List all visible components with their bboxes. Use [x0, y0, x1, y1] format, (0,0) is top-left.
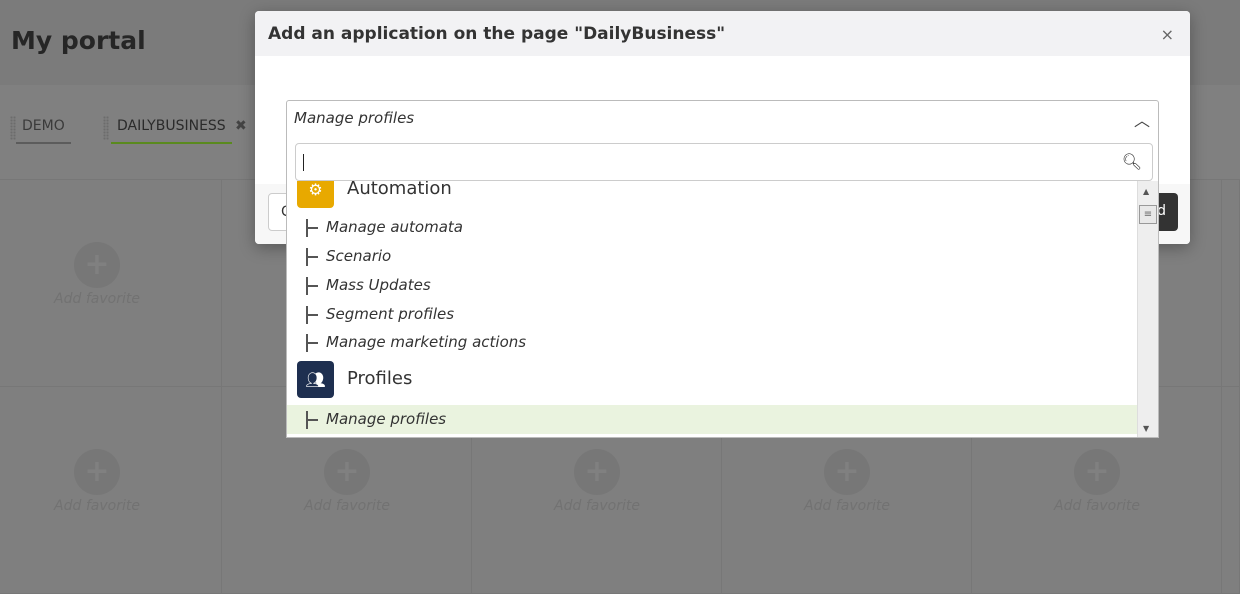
- option-manage-marketing-actions[interactable]: Manage marketing actions: [287, 328, 1138, 357]
- tree-branch-icon: [306, 277, 318, 295]
- option-manage-profiles[interactable]: Manage profiles: [287, 405, 1138, 434]
- option-label: Mass Updates: [326, 276, 431, 294]
- option-label: Scenario: [326, 247, 392, 265]
- scroll-up-icon[interactable]: ▲: [1143, 187, 1149, 196]
- scrollbar-thumb[interactable]: ≡: [1139, 205, 1157, 224]
- option-label: Manage marketing actions: [326, 333, 527, 351]
- add-favorite-label: Add favorite: [554, 498, 640, 514]
- application-select[interactable]: Manage profiles ︿: [286, 100, 1159, 137]
- option-mass-updates[interactable]: Mass Updates: [287, 271, 1138, 300]
- text-cursor: [303, 154, 304, 171]
- option-segment-profiles[interactable]: Segment profiles: [287, 300, 1138, 329]
- scroll-down-icon[interactable]: ▼: [1143, 424, 1149, 433]
- tree-branch-icon: [306, 411, 318, 429]
- option-scenario[interactable]: Scenario: [287, 242, 1138, 271]
- drag-handle-icon[interactable]: [103, 116, 109, 140]
- tab-dailybusiness[interactable]: DAILYBUSINESS: [111, 118, 232, 144]
- option-label: Segment profiles: [326, 305, 455, 323]
- plus-circle-icon[interactable]: +: [574, 449, 620, 495]
- add-favorite-label: Add favorite: [54, 498, 140, 514]
- close-icon[interactable]: ×: [1161, 25, 1174, 44]
- plus-circle-icon[interactable]: +: [324, 449, 370, 495]
- add-favorite-label: Add favorite: [304, 498, 390, 514]
- search-input[interactable]: 🔍︎: [295, 143, 1153, 181]
- plus-circle-icon[interactable]: +: [824, 449, 870, 495]
- add-favorite-tile[interactable]: [1222, 180, 1240, 387]
- option-label: Manage profiles: [326, 410, 447, 428]
- users-icon: 👥︎: [297, 361, 334, 398]
- tree-branch-icon: [306, 334, 318, 352]
- plus-circle-icon[interactable]: +: [1074, 449, 1120, 495]
- option-manage-automata[interactable]: Manage automata: [287, 213, 1138, 242]
- tree-branch-icon: [306, 306, 318, 324]
- add-favorite-tile[interactable]: [1222, 387, 1240, 594]
- tile-content: + Add favorite: [37, 387, 157, 594]
- tree-branch-icon: [306, 248, 318, 266]
- close-x-icon[interactable]: ✖: [235, 118, 247, 134]
- select-value: Manage profiles: [294, 109, 415, 127]
- chevron-up-icon[interactable]: ︿: [1134, 107, 1150, 131]
- search-icon[interactable]: 🔍︎: [1122, 152, 1142, 171]
- add-favorite-tile[interactable]: + Add favorite: [0, 387, 222, 594]
- scrollbar[interactable]: ▲ ≡ ▼: [1137, 181, 1158, 437]
- group-label: Profiles: [347, 368, 413, 389]
- page-title: My portal: [11, 26, 146, 55]
- modal-title: Add an application on the page "DailyBus…: [255, 11, 1190, 56]
- group-label: Automation: [347, 181, 452, 199]
- plus-circle-icon[interactable]: +: [74, 449, 120, 495]
- tab-demo[interactable]: DEMO: [16, 118, 71, 144]
- option-list: ⚙ Automation Manage automata Scenario Ma…: [287, 181, 1138, 437]
- tile-content: + Add favorite: [37, 180, 157, 387]
- add-favorite-tile[interactable]: + Add favorite: [0, 180, 222, 387]
- gears-icon: ⚙: [297, 181, 334, 208]
- plus-circle-icon[interactable]: +: [74, 242, 120, 288]
- add-favorite-label: Add favorite: [804, 498, 890, 514]
- add-favorite-label: Add favorite: [54, 291, 140, 307]
- tree-branch-icon: [306, 219, 318, 237]
- option-label: Manage automata: [326, 218, 463, 236]
- application-dropdown: 🔍︎ ⚙ Automation Manage automata Scenario…: [286, 136, 1159, 438]
- add-favorite-label: Add favorite: [1054, 498, 1140, 514]
